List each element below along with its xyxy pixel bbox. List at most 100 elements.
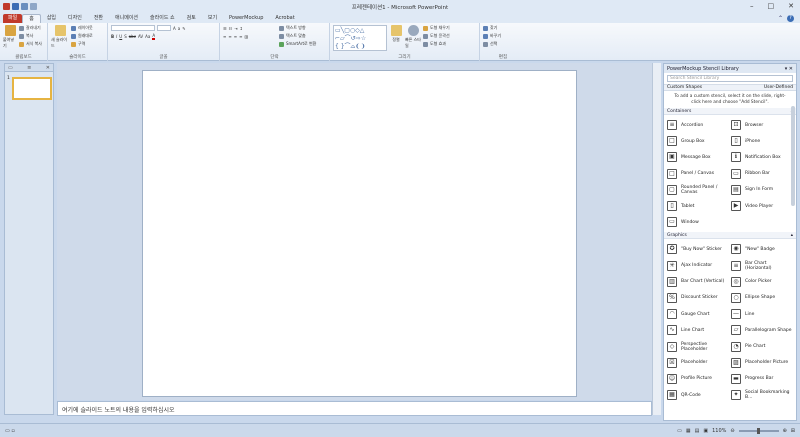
underline-icon[interactable]: U bbox=[119, 34, 122, 39]
stencil-item[interactable]: ▱ Parallelogram Shape bbox=[731, 322, 793, 338]
stencil-search-input[interactable]: Search Stencil Library bbox=[667, 75, 793, 82]
fit-slide-icon[interactable]: ⊞ bbox=[791, 428, 795, 434]
maximize-button[interactable]: □ bbox=[768, 2, 775, 10]
stencil-item[interactable]: ▣ Message Box bbox=[667, 149, 729, 165]
minimize-button[interactable]: – bbox=[750, 2, 754, 10]
normal-view-icon[interactable]: ▭ bbox=[677, 428, 682, 434]
stencil-scrollbar[interactable] bbox=[791, 106, 795, 206]
stencil-item[interactable]: ◔ Pie Chart bbox=[731, 338, 793, 354]
numbering-icon[interactable]: ☷ bbox=[229, 26, 233, 31]
close-panel-button[interactable]: ✕ bbox=[46, 65, 50, 71]
new-slide-button[interactable]: 새 슬라이드 bbox=[51, 25, 69, 53]
reading-view-icon[interactable]: ▤ bbox=[695, 428, 700, 434]
font-name-box[interactable]: Aa ✎ bbox=[111, 25, 216, 31]
align-right-icon[interactable]: ≡ bbox=[234, 34, 237, 39]
tab-review[interactable]: 검토 bbox=[181, 14, 202, 23]
italic-icon[interactable]: I bbox=[116, 34, 117, 39]
stencil-item[interactable]: ▦ QR-Code bbox=[667, 387, 729, 403]
stencil-item[interactable]: ∿ Line Chart bbox=[667, 322, 729, 338]
sorter-view-icon[interactable]: ▦ bbox=[686, 428, 691, 434]
stencil-item[interactable]: ◇ Perspective Placeholder bbox=[667, 338, 729, 354]
replace-button[interactable]: 바꾸기 bbox=[483, 33, 501, 39]
stencil-item[interactable]: ≡ Bar Chart (Horizontal) bbox=[731, 258, 793, 274]
stencil-item[interactable]: □ Group Box bbox=[667, 133, 729, 149]
custom-shapes-header[interactable]: Custom Shapes User-Defined bbox=[664, 84, 796, 91]
align-left-icon[interactable]: ≡ bbox=[223, 34, 226, 39]
tab-insert[interactable]: 삽입 bbox=[41, 14, 62, 23]
stencil-item[interactable]: ≡ Accordion bbox=[667, 117, 729, 133]
bullets-icon[interactable]: ☰ bbox=[223, 26, 227, 31]
tab-acrobat[interactable]: Acrobat bbox=[269, 14, 300, 23]
tab-file[interactable]: 파일 bbox=[3, 14, 23, 23]
clear-format-icon[interactable]: ✎ bbox=[182, 26, 185, 31]
zoom-in-icon[interactable]: ⊕ bbox=[783, 428, 787, 434]
columns-icon[interactable]: ▥ bbox=[244, 34, 248, 39]
stencil-item[interactable]: ✦ Social Bookmarking B... bbox=[731, 387, 793, 403]
select-button[interactable]: 선택 bbox=[483, 41, 501, 47]
align-text-button[interactable]: 텍스트 맞춤 bbox=[279, 33, 316, 39]
stencil-pane-controls[interactable]: ▾ ✕ bbox=[785, 66, 793, 72]
notes-pane[interactable]: 여기에 슬라이드 노트의 내용을 입력하십시오 bbox=[57, 401, 652, 416]
font-size-box[interactable] bbox=[157, 25, 171, 31]
stencil-item[interactable]: ✪ "Buy Now" Sticker bbox=[667, 241, 729, 257]
line-spacing-icon[interactable]: ↕ bbox=[240, 26, 243, 31]
shape-effects-button[interactable]: 도형 효과 bbox=[423, 41, 450, 47]
stencil-item[interactable]: ☺ Profile Picture bbox=[667, 371, 729, 387]
close-button[interactable]: ✕ bbox=[788, 2, 794, 10]
stencil-item[interactable]: ▭ Window bbox=[667, 214, 729, 230]
arrange-button[interactable]: 정렬 bbox=[389, 25, 403, 53]
stencil-item[interactable]: ◉ "New" Badge bbox=[731, 241, 793, 257]
tab-animations[interactable]: 애니메이션 bbox=[109, 14, 144, 23]
grow-font-icon[interactable]: A bbox=[173, 26, 176, 31]
align-center-icon[interactable]: ≡ bbox=[228, 34, 231, 39]
stencil-item[interactable]: ▥ Bar Chart (Vertical) bbox=[667, 274, 729, 290]
case-icon[interactable]: Aa bbox=[145, 34, 150, 39]
stencil-item[interactable]: □ Panel / Canvas bbox=[667, 166, 729, 182]
section-containers-header[interactable]: Containers▴ bbox=[664, 108, 796, 115]
stencil-item[interactable]: ▤ Sign In Form bbox=[731, 182, 793, 198]
justify-icon[interactable]: ≡ bbox=[239, 34, 242, 39]
outline-tab-icon[interactable]: ≡ bbox=[27, 65, 31, 71]
shape-outline-button[interactable]: 도형 윤곽선 bbox=[423, 33, 450, 39]
stencil-item[interactable]: ◠ Gauge Chart bbox=[667, 306, 729, 322]
smartart-button[interactable]: SmartArt로 변환 bbox=[279, 41, 316, 47]
slide-canvas[interactable] bbox=[143, 71, 576, 396]
stencil-item[interactable]: ▨ Placeholder Picture bbox=[731, 355, 793, 371]
zoom-level[interactable]: 110% bbox=[712, 428, 726, 434]
stencil-item[interactable]: ◎ Color Picker bbox=[731, 274, 793, 290]
stencil-item[interactable]: ○ Ellipse Shape bbox=[731, 290, 793, 306]
shadow-icon[interactable]: S bbox=[124, 34, 127, 39]
reset-button[interactable]: 원래대로 bbox=[71, 33, 93, 39]
indent-icon[interactable]: ⇥ bbox=[234, 26, 237, 31]
collapse-ribbon-icon[interactable]: ⌃ bbox=[778, 14, 783, 23]
stencil-item[interactable]: ▭ Ribbon Bar bbox=[731, 166, 793, 182]
paste-button[interactable]: 붙여넣기 bbox=[3, 25, 17, 53]
format-painter-button[interactable]: 서식 복사 bbox=[19, 41, 42, 47]
stencil-item[interactable]: ▬ Progress Bar bbox=[731, 371, 793, 387]
shape-fill-button[interactable]: 도형 채우기 bbox=[423, 25, 450, 31]
slideshow-view-icon[interactable]: ▣ bbox=[703, 428, 708, 434]
stencil-item[interactable]: — Line bbox=[731, 306, 793, 322]
copy-button[interactable]: 복사 bbox=[19, 33, 42, 39]
tab-design[interactable]: 디자인 bbox=[62, 14, 88, 23]
stencil-item[interactable]: ▯ iPhone bbox=[731, 133, 793, 149]
cut-button[interactable]: 잘라내기 bbox=[19, 25, 42, 31]
layout-button[interactable]: 레이아웃 bbox=[71, 25, 93, 31]
stencil-item[interactable]: ▶ Video Player bbox=[731, 198, 793, 214]
shrink-font-icon[interactable]: a bbox=[178, 26, 180, 31]
tab-powermockup[interactable]: PowerMockup bbox=[223, 14, 269, 23]
stencil-item[interactable]: ℹ Notification Box bbox=[731, 149, 793, 165]
tab-view[interactable]: 보기 bbox=[202, 14, 223, 23]
vertical-scrollbar[interactable] bbox=[652, 63, 661, 415]
spacing-icon[interactable]: AV bbox=[138, 34, 143, 39]
section-button[interactable]: 구역 bbox=[71, 41, 93, 47]
stencil-item[interactable]: ☒ Placeholder bbox=[667, 355, 729, 371]
stencil-item[interactable]: ▢ Rounded Panel / Canvas bbox=[667, 182, 729, 198]
text-direction-button[interactable]: 텍스트 방향 bbox=[279, 25, 316, 31]
stencil-item[interactable]: % Discount Sticker bbox=[667, 290, 729, 306]
zoom-slider[interactable] bbox=[738, 427, 779, 434]
quick-styles-button[interactable]: 빠른 스타일 bbox=[405, 25, 421, 53]
shapes-gallery[interactable]: ▭╲▢○◇△ ⌐▱⌒↺⇨☆{ }⌒⌓❨❩ bbox=[333, 25, 387, 51]
help-icon[interactable]: ? bbox=[787, 15, 794, 22]
zoom-out-icon[interactable]: ⊖ bbox=[730, 428, 734, 434]
